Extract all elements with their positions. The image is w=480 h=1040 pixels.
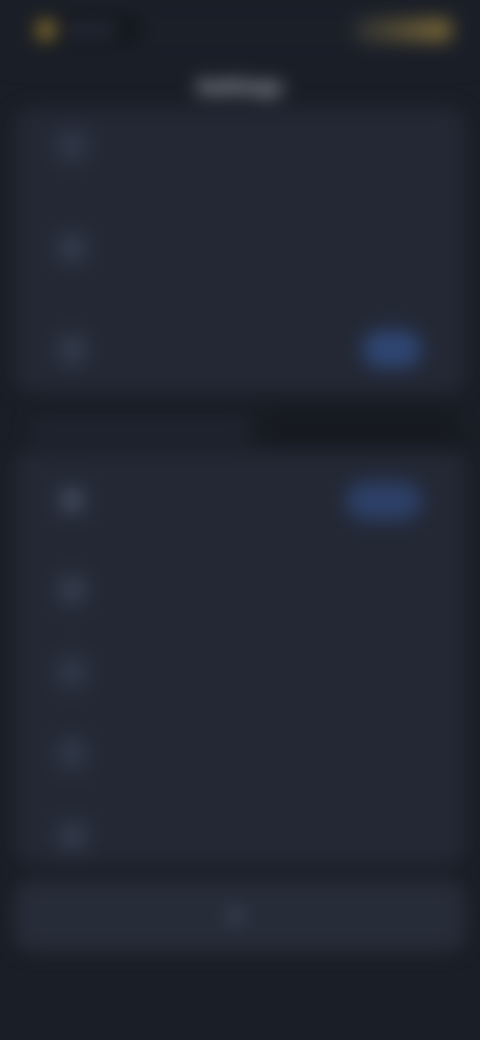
settings-card-list: ● ◔ ◇ ? ⇥ [14, 450, 466, 865]
section-header-shade [260, 410, 460, 450]
shield-icon: ◇ [54, 654, 90, 690]
sliders-icon: ≡ [54, 230, 90, 266]
list-item-5[interactable]: ⇥ [14, 800, 466, 870]
list-item-4[interactable]: ? [14, 718, 466, 788]
list-item-3[interactable]: ◇ [14, 636, 466, 706]
info-icon: i [54, 128, 90, 164]
brand-icon [38, 22, 54, 38]
list-item-1[interactable]: ● [14, 464, 466, 538]
divider [40, 792, 440, 793]
page-title-container: Settings [0, 70, 480, 104]
bottom-action-icon: ↺ [226, 907, 244, 925]
brand-chip[interactable] [28, 16, 140, 44]
screen: Settings i ≡ ⟲ ● ◔ ◇ ? ⇥ ↺ [0, 0, 480, 1040]
list-item-2[interactable]: ◔ [14, 554, 466, 624]
logout-icon: ⇥ [54, 818, 90, 854]
row-top-1[interactable]: i [14, 118, 466, 178]
link-icon: ⟲ [54, 332, 90, 368]
top-right-chip[interactable] [354, 18, 452, 42]
divider [40, 304, 440, 305]
top-bar [0, 0, 480, 64]
divider [40, 190, 440, 191]
row-top-2[interactable]: ≡ [14, 200, 466, 290]
page-title: Settings [196, 76, 284, 98]
bottom-action-button[interactable]: ↺ [14, 880, 466, 952]
bell-icon: ◔ [54, 572, 90, 608]
divider [40, 546, 440, 547]
divider [40, 628, 440, 629]
brand-label-placeholder [64, 25, 118, 35]
help-icon: ? [54, 736, 90, 772]
list-item-1-action-button[interactable] [348, 484, 420, 518]
row-top-3[interactable]: ⟲ [14, 314, 466, 384]
divider [40, 710, 440, 711]
section-header-bar [30, 419, 248, 441]
section-header [0, 410, 480, 450]
bottom-action-card[interactable]: ↺ [14, 880, 466, 952]
user-icon: ● [54, 482, 90, 518]
row-top-3-action-button[interactable] [364, 332, 420, 366]
settings-card-top: i ≡ ⟲ [14, 108, 466, 393]
